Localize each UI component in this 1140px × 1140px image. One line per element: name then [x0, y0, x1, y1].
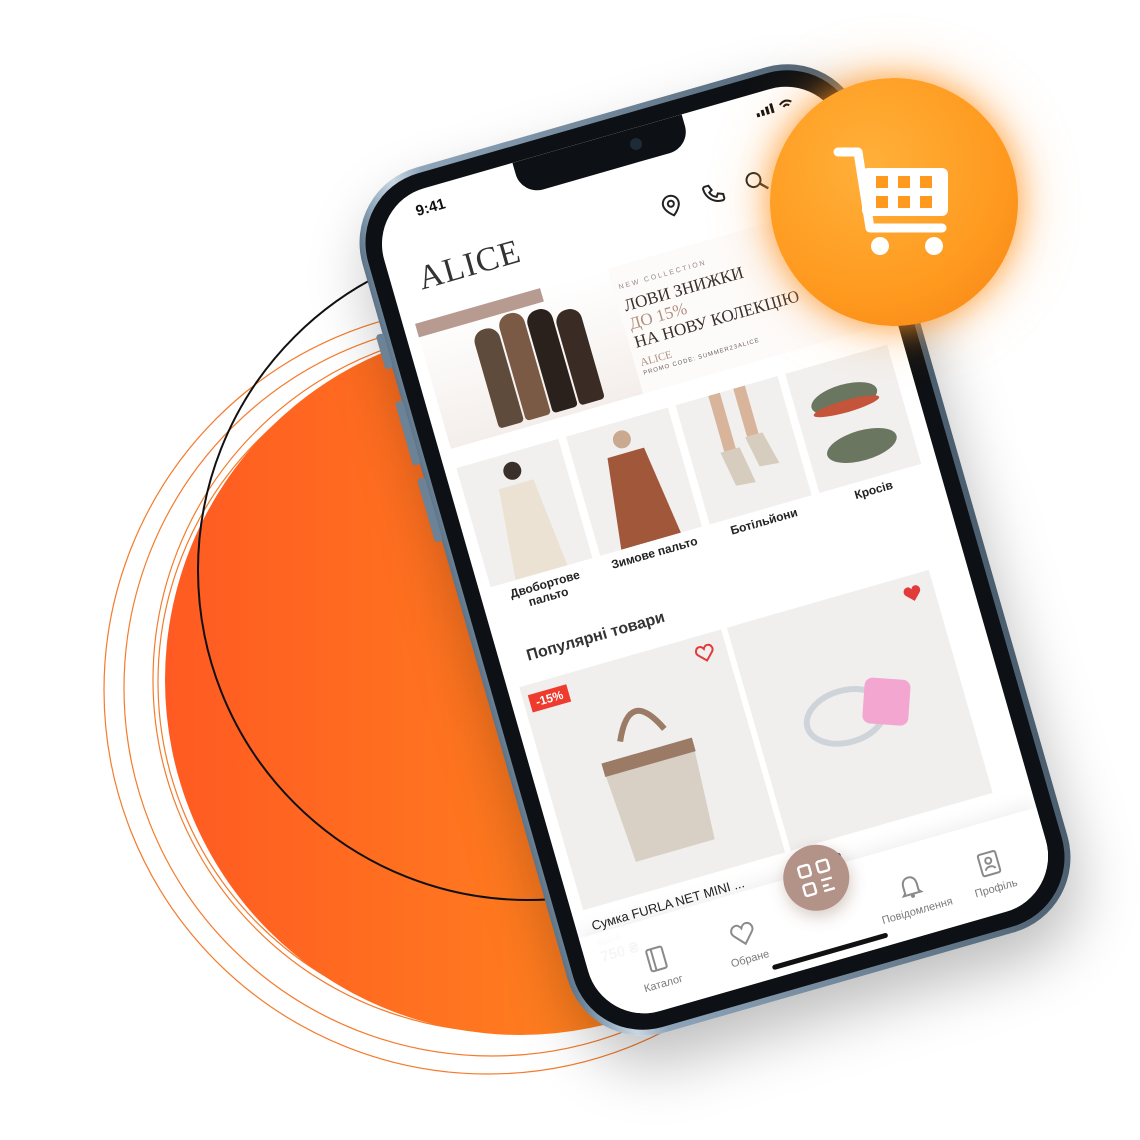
silent-switch: [375, 333, 394, 370]
tab-label: Обране: [729, 947, 771, 971]
signal-icon: [756, 102, 775, 118]
volume-down-button: [416, 477, 443, 543]
status-icons: [755, 97, 794, 118]
bell-icon: [901, 876, 924, 899]
tab-label: Профіль: [973, 876, 1019, 901]
phone-icon[interactable]: [698, 177, 730, 209]
catalog-icon: [645, 945, 668, 973]
brand-logo[interactable]: ALICE: [414, 233, 525, 298]
tab-profile[interactable]: Профіль: [942, 839, 1041, 907]
volume-up-button: [394, 400, 421, 466]
wifi-icon: [778, 99, 792, 108]
tab-label: Повідомлення: [880, 895, 955, 928]
camera: [628, 136, 644, 152]
tab-label: Каталог: [642, 972, 685, 996]
location-icon[interactable]: [655, 190, 687, 222]
tab-catalog[interactable]: Каталог: [610, 934, 709, 1002]
shopping-cart-icon: [833, 147, 948, 255]
category-image: [785, 344, 922, 494]
heart-icon: [730, 921, 754, 946]
search-icon[interactable]: [740, 165, 772, 197]
profile-icon: [976, 850, 1002, 878]
status-time: 9:41: [413, 195, 448, 220]
qr-code-icon: [796, 858, 836, 898]
floating-cart-badge: [770, 78, 1018, 326]
